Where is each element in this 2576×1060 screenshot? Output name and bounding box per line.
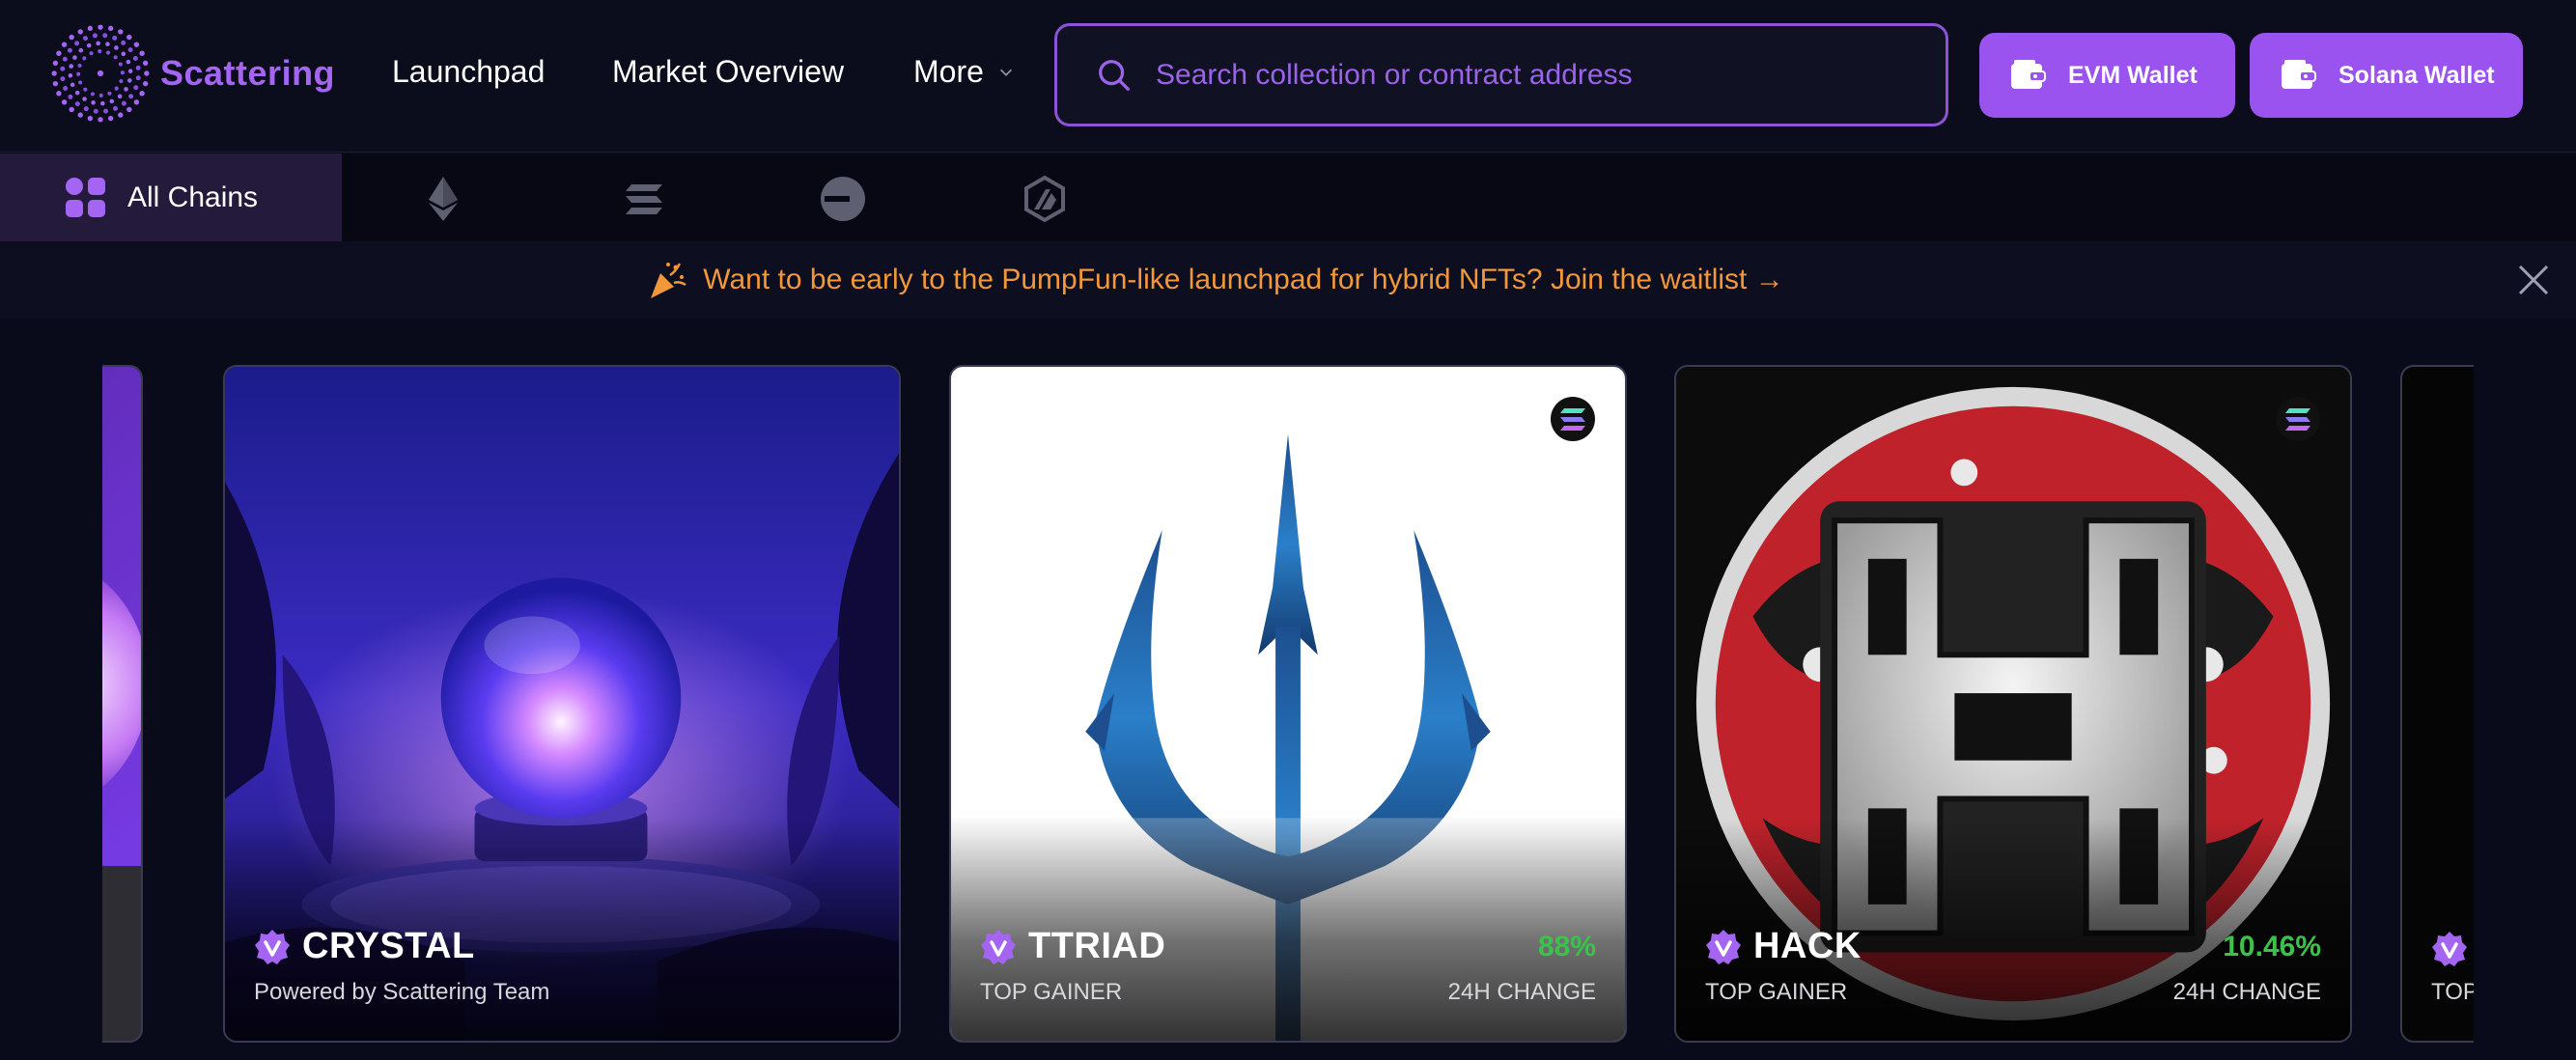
nav-more-label: More [913,54,984,89]
all-chains-label: All Chains [127,181,259,213]
collection-card-ttriad[interactable]: TTRIAD 88% TOP GAINER 24H CHANGE [949,365,1627,1043]
card-name: CRYSTAL [302,926,475,966]
base-icon[interactable] [819,175,867,223]
party-popper-icon [651,263,686,298]
card-title: HACK [1705,926,1862,967]
solana-wallet-button[interactable]: Solana Wallet [2250,33,2523,118]
solana-icon [1551,397,1595,441]
card-change-label: 24H CHANGE [1447,979,1596,1005]
app-root: Scattering Launchpad Market Overview Mor… [0,0,2576,1060]
search-input[interactable] [1156,58,1890,92]
card-subtitle: TOP GAINER [1705,979,1848,1005]
card-name: HACK [1753,926,1862,966]
card-info: HACK 10.46% TOP GAINER 24H CHANGE [1705,926,2321,1006]
top-header: Scattering Launchpad Market Overview Mor… [0,0,2576,153]
card-info: CRYSTAL Powered by Scattering Team [254,926,870,1006]
card-change-value: 88% [1537,930,1596,962]
verified-badge-icon [2432,932,2467,966]
solana-icon [2276,397,2320,441]
solana-wallet-label: Solana Wallet [2338,61,2495,89]
collection-card-partial-right[interactable]: TOP GAINER [2400,365,2474,1043]
banner-text: Want to be early to the PumpFun-like lau… [703,264,1784,295]
collection-card-crystal[interactable]: CRYSTAL Powered by Scattering Team [223,365,901,1043]
evm-wallet-label: EVM Wallet [2068,61,2198,89]
wallet-icon [2282,60,2316,89]
solana-icon[interactable] [620,175,668,223]
wallet-icon [2011,60,2046,89]
card-info: TOP GAINER [2431,931,2474,1006]
chevron-down-icon [999,69,1012,76]
verified-badge-icon [1706,929,1741,964]
scattering-logo-icon [51,24,150,123]
verified-badge-icon [255,929,290,964]
card-title [2431,931,2474,967]
chain-filter-bar: All Chains [0,153,2576,241]
card-subtitle: Powered by Scattering Team [254,979,550,1005]
all-chains-icon [66,177,105,217]
close-icon[interactable] [2516,263,2551,297]
collection-artwork [102,367,141,1041]
card-info: TTRIAD 88% TOP GAINER 24H CHANGE [980,926,1596,1006]
banner-content: Want to be early to the PumpFun-like lau… [647,260,1784,300]
nav-more[interactable]: More [913,54,1015,90]
collection-card-partial-left[interactable] [102,365,143,1043]
card-title: CRYSTAL [254,926,475,967]
card-name: TTRIAD [1028,926,1166,966]
brand-name: Scattering [160,53,336,93]
nav-market-overview[interactable]: Market Overview [612,54,844,90]
ethereum-icon[interactable] [419,175,467,223]
card-subtitle: TOP GAINER [2431,979,2474,1005]
search-bar[interactable] [1054,23,1948,126]
brand-logo[interactable]: Scattering [50,23,335,124]
card-change-label: 24H CHANGE [2172,979,2321,1005]
verified-badge-icon [981,929,1016,964]
card-change-value: 10.46% [2223,930,2321,962]
evm-wallet-button[interactable]: EVM Wallet [1979,33,2235,118]
waitlist-banner[interactable]: Want to be early to the PumpFun-like lau… [0,241,2576,319]
featured-carousel: CRYSTAL Powered by Scattering Team TTRIA… [102,319,2474,1060]
arbitrum-icon[interactable] [1021,175,1069,223]
chain-all-chains[interactable]: All Chains [0,153,342,241]
collection-card-hack[interactable]: HACK 10.46% TOP GAINER 24H CHANGE [1674,365,2352,1043]
card-title: TTRIAD [980,926,1165,967]
card-subtitle: TOP GAINER [980,979,1123,1005]
search-icon [1099,59,1130,91]
nav-launchpad[interactable]: Launchpad [392,54,545,90]
